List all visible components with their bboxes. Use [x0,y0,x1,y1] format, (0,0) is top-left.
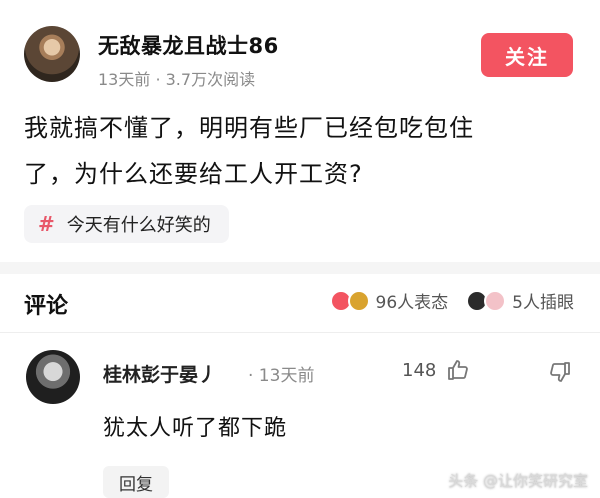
commenter-avatar[interactable] [26,350,80,404]
post-body-line: 我就搞不懂了，明明有些厂已经包吃包住 [24,114,474,142]
comments-title: 评论 [24,294,69,319]
comment-time: · 13天前 [248,366,315,386]
reply-button[interactable]: 回复 [103,466,169,498]
comment-like-count: 148 [402,360,437,381]
thumbs-up-icon[interactable] [446,358,470,382]
section-divider [0,262,600,274]
post-header: 无敌暴龙且战士86 13天前 · 3.7万次阅读 关注 [0,0,600,95]
author-name[interactable]: 无敌暴龙且战士86 [98,30,279,60]
eyes-icon [484,289,507,312]
topic-label: 今天有什么好笑的 [66,215,211,236]
author-avatar[interactable] [24,26,80,82]
laugh-reaction-icon [347,289,370,312]
insert-eye-count[interactable]: 5人插眼 [512,288,574,313]
post-body-line: 了，为什么还要给工人开工资? [24,160,363,188]
thumbs-down-icon[interactable] [548,360,572,384]
reactions-bar[interactable]: 96人表态 5人插眼 [329,288,574,313]
comment-text: 犹太人听了都下跪 [103,416,288,441]
reaction-count[interactable]: 96人表态 [376,288,449,313]
topic-tag[interactable]: # 今天有什么好笑的 [24,205,229,243]
comment-header: 评论 96人表态 5人插眼 [0,274,600,330]
follow-button[interactable]: 关注 [481,33,573,77]
hashtag-icon: # [38,212,55,236]
post-meta: 13天前 · 3.7万次阅读 [98,70,256,89]
watermark: 头条 @让你笑研究室 [448,472,588,490]
commenter-name[interactable]: 桂林彭于晏丿 [103,360,217,387]
post-body: 我就搞不懂了，明明有些厂已经包吃包住 了，为什么还要给工人开工资? [24,105,584,197]
comment-divider [0,332,600,333]
